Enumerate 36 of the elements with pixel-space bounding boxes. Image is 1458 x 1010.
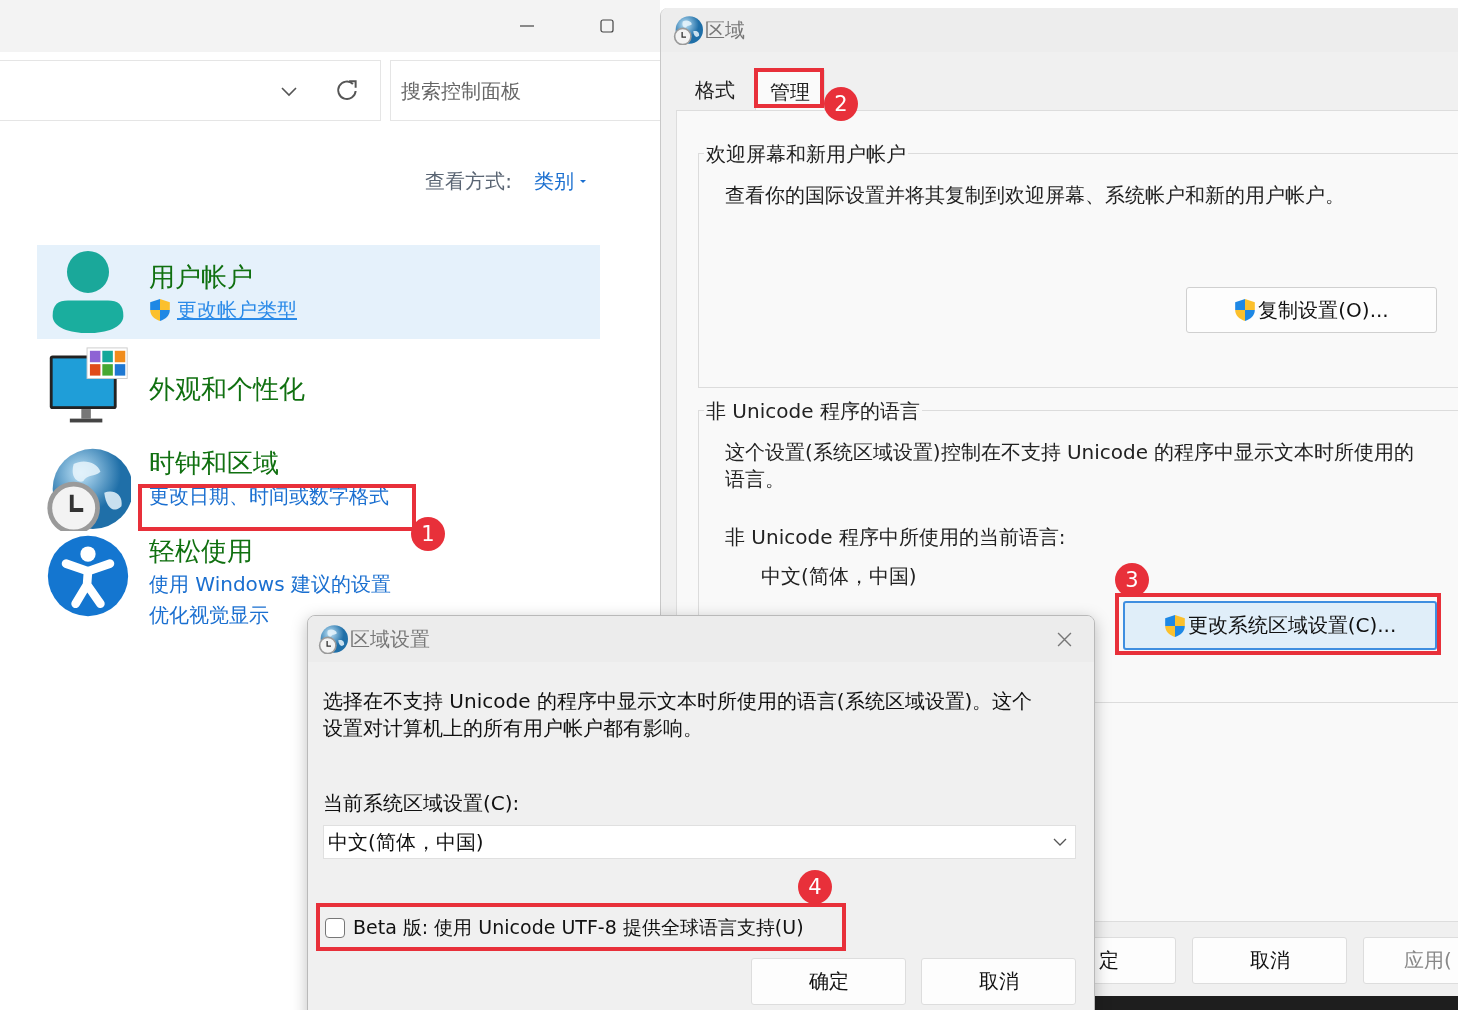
globe-clock-icon xyxy=(673,15,703,45)
accessibility-icon[interactable] xyxy=(45,533,131,619)
description-text: 查看你的国际设置并将其复制到欢迎屏幕、系统帐户和新的用户帐户。 xyxy=(725,182,1346,209)
task-link[interactable]: 更改帐户类型 xyxy=(177,294,297,326)
task-link[interactable]: 优化视觉显示 xyxy=(149,600,269,631)
tab[interactable]: 格式 xyxy=(678,70,751,110)
category-link[interactable]: 时钟和区域 xyxy=(149,445,389,481)
annotation-frame xyxy=(754,68,824,108)
category-link[interactable]: 外观和个性化 xyxy=(149,371,305,407)
locale-dropdown[interactable]: 中文(简体，中国) xyxy=(323,825,1076,859)
description-text: 非 Unicode 程序中所使用的当前语言: xyxy=(725,524,1067,551)
settings-button[interactable]: 复制设置(O)... xyxy=(1186,287,1437,333)
view-by-label: 查看方式: xyxy=(425,168,512,195)
window-title: 区域 xyxy=(705,16,745,44)
current-language-value: 中文(简体，中国) xyxy=(761,563,917,590)
dialog-button[interactable]: 取消 xyxy=(1192,937,1347,984)
description-text: 选择在不支持 Unicode 的程序中显示文本时所使用的语言(系统区域设置)。这个设置对计算机上的所有用户帐户都有影响。 xyxy=(323,688,1034,742)
field-label: 当前系统区域设置(C): xyxy=(323,790,521,817)
category-link[interactable]: 用户帐户 xyxy=(149,258,297,295)
category-link[interactable]: 轻松使用 xyxy=(149,533,391,569)
checkbox[interactable] xyxy=(325,918,345,938)
settings-button[interactable]: 更改系统区域设置(C)... xyxy=(1123,601,1437,650)
task-link[interactable]: 使用 Windows 建议的设置 xyxy=(149,569,391,600)
view-by-dropdown[interactable]: 类别 xyxy=(534,168,586,195)
dialog-button[interactable]: 取消 xyxy=(921,958,1076,1005)
chevron-down-icon xyxy=(1053,838,1067,846)
close-icon[interactable] xyxy=(1057,631,1072,647)
description-text: 这个设置(系统区域设置)控制在不支持 Unicode 的程序中显示文本时所使用的语言。 xyxy=(725,439,1416,493)
dialog-button[interactable]: 确定 xyxy=(751,958,906,1005)
dialog-title: 区域设置 xyxy=(350,625,431,653)
checkbox-label: Beta 版: 使用 Unicode UTF-8 提供全球语言支持(U) xyxy=(353,915,804,940)
globe-clock-icon xyxy=(318,624,348,654)
refresh-icon[interactable] xyxy=(336,78,360,103)
maximize-icon[interactable] xyxy=(600,19,614,33)
search-field[interactable]: 搜索控制面板 xyxy=(390,60,660,121)
task-link[interactable]: 更改日期、时间或数字格式 xyxy=(149,481,389,512)
